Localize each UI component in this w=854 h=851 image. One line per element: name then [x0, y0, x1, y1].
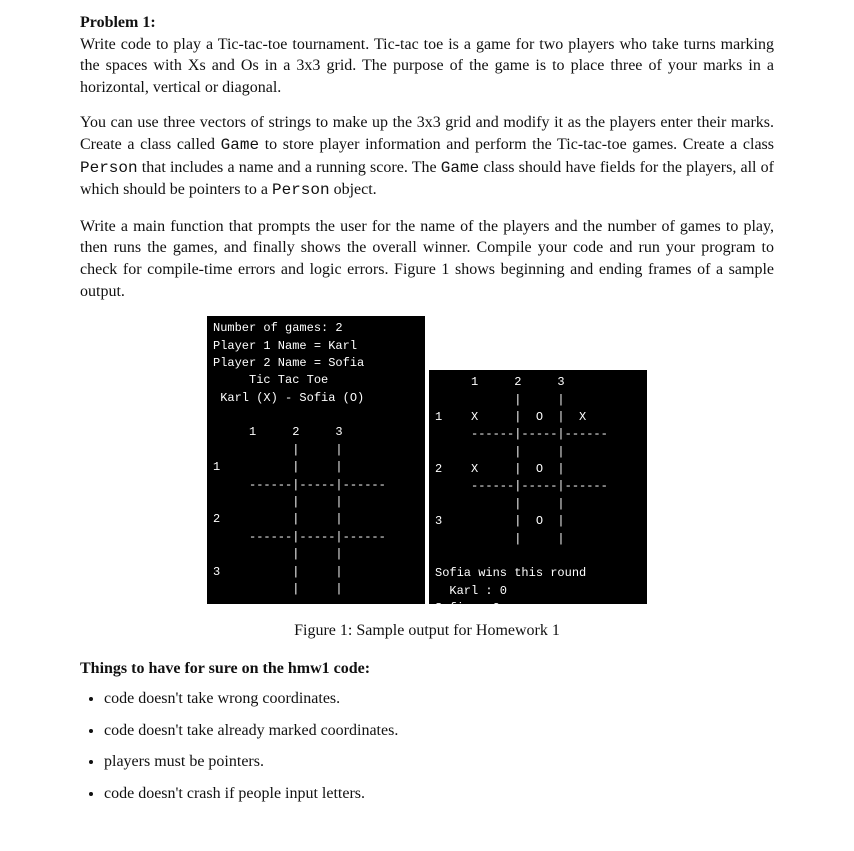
- list-item: players must be pointers.: [104, 751, 774, 773]
- code-game-1: Game: [221, 136, 259, 154]
- figure-screenshots: Number of games: 2 Player 1 Name = Karl …: [80, 316, 774, 604]
- list-item: code doesn't crash if people input lette…: [104, 783, 774, 805]
- requirements-list: code doesn't take wrong coordinates. cod…: [104, 688, 774, 804]
- terminal-left: Number of games: 2 Player 1 Name = Karl …: [207, 316, 425, 604]
- para2-text-b: to store player information and perform …: [259, 136, 774, 153]
- paragraph-3: Write a main function that prompts the u…: [80, 216, 774, 302]
- document-page: Problem 1: Write code to play a Tic-tac-…: [0, 0, 854, 845]
- problem-title: Problem 1:: [80, 14, 156, 31]
- paragraph-2: You can use three vectors of strings to …: [80, 112, 774, 201]
- problem-heading-block: Problem 1: Write code to play a Tic-tac-…: [80, 12, 774, 98]
- code-person-1: Person: [80, 159, 138, 177]
- para2-text-c: that includes a name and a running score…: [138, 159, 441, 176]
- list-item: code doesn't take wrong coordinates.: [104, 688, 774, 710]
- requirements-heading: Things to have for sure on the hmw1 code…: [80, 660, 774, 678]
- terminal-right: 1 2 3 | | 1 X | O | X ------|-----|-----…: [429, 370, 647, 604]
- list-item: code doesn't take already marked coordin…: [104, 720, 774, 742]
- code-person-2: Person: [272, 181, 330, 199]
- para2-text-e: object.: [330, 181, 377, 198]
- paragraph-1: Write code to play a Tic-tac-toe tournam…: [80, 36, 774, 96]
- code-game-2: Game: [441, 159, 479, 177]
- figure-caption: Figure 1: Sample output for Homework 1: [80, 622, 774, 640]
